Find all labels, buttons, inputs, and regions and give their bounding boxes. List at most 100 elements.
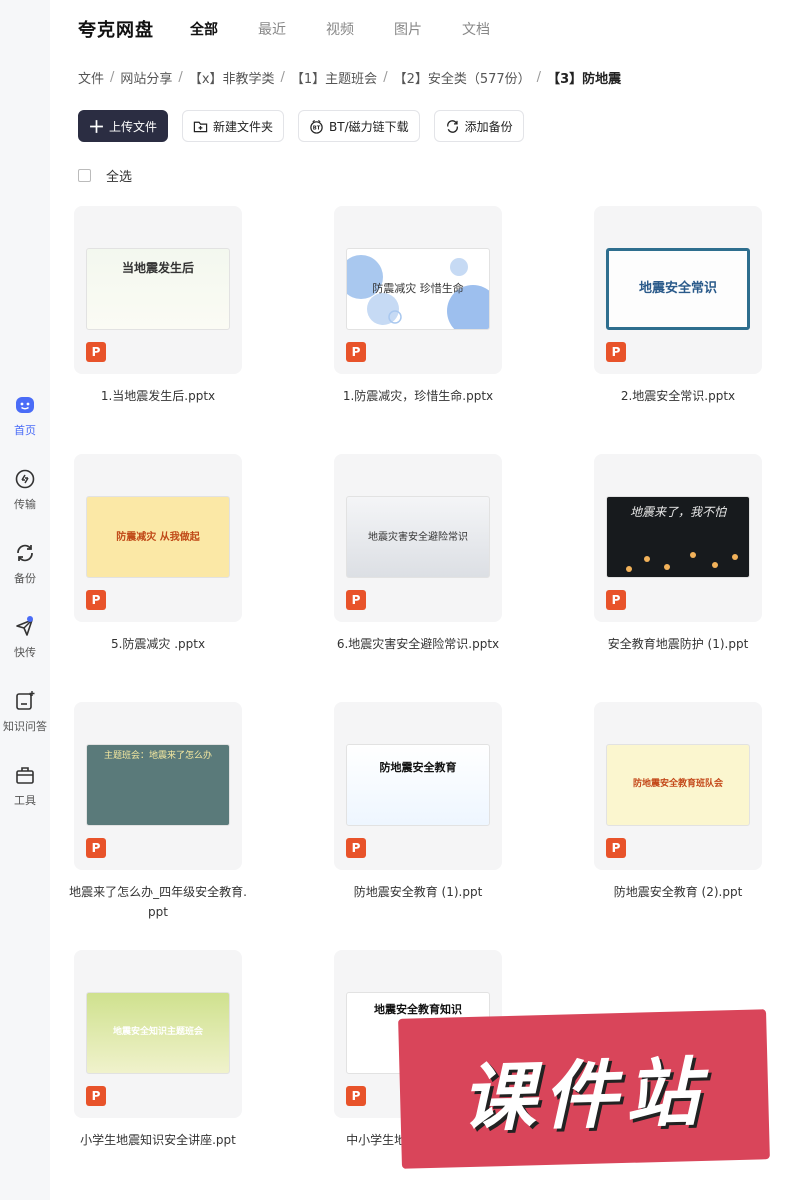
file-thumbnail: 防地震安全教育班队会: [606, 744, 750, 826]
upload-button-label: 上传文件: [109, 119, 158, 134]
toolbar: 上传文件 新建文件夹 BT BT/磁力链下载 添加备份: [78, 110, 524, 142]
breadcrumb-separator: /: [383, 70, 388, 85]
sidebar-item-label: 首页: [14, 424, 36, 437]
file-tile[interactable]: 地震安全知识主题班会 P: [74, 950, 242, 1118]
transfer-icon: [15, 469, 35, 489]
thumbnail-title: 地震安全教育知识: [374, 1003, 462, 1016]
upload-button[interactable]: 上传文件: [78, 110, 169, 142]
breadcrumb-item[interactable]: 【2】安全类（577份）: [394, 68, 531, 87]
file-card[interactable]: 地震安全常识 P 2.地震安全常识.pptx: [594, 206, 762, 406]
file-tile[interactable]: 当地震发生后 P: [74, 206, 242, 374]
thumbnail-title: 主题班会：地震来了怎么办: [103, 751, 212, 761]
file-name[interactable]: 小学生地震知识安全讲座.ppt: [68, 1130, 248, 1150]
ppt-file-icon: P: [346, 590, 366, 610]
file-card[interactable]: 防地震安全教育 P 防地震安全教育 (1).ppt: [334, 702, 502, 902]
tab-images[interactable]: 图片: [394, 19, 422, 39]
watermark-text: 课件站: [460, 1049, 709, 1142]
file-tile[interactable]: 防震减灾 珍惜生命 P: [334, 206, 502, 374]
sidebar-item-backup[interactable]: 备份: [0, 542, 50, 586]
add-backup-button[interactable]: 添加备份: [433, 110, 524, 142]
file-name[interactable]: 6.地震灾害安全避险常识.pptx: [328, 634, 508, 654]
breadcrumb-item[interactable]: 网站分享: [120, 68, 172, 87]
file-tile[interactable]: 地震来了，我不怕 P: [594, 454, 762, 622]
bt-download-button-label: BT/磁力链下载: [329, 119, 409, 134]
file-name[interactable]: 1.当地震发生后.pptx: [68, 386, 248, 406]
file-card[interactable]: 防地震安全教育班队会 P 防地震安全教育 (2).ppt: [594, 702, 762, 902]
breadcrumb-separator: /: [178, 70, 183, 85]
file-name[interactable]: 2.地震安全常识.pptx: [588, 386, 768, 406]
tab-all[interactable]: 全部: [190, 19, 218, 39]
breadcrumb-item[interactable]: 【1】主题班会: [291, 68, 377, 87]
thumbnail-title: 防地震安全教育班队会: [632, 779, 723, 789]
breadcrumb: 文件 / 网站分享 / 【x】非教学类 / 【1】主题班会 / 【2】安全类（577份）…: [78, 68, 621, 87]
breadcrumb-item[interactable]: 【x】非教学类: [189, 68, 275, 87]
breadcrumb-item[interactable]: 文件: [78, 68, 104, 87]
sidebar-item-quick-send[interactable]: 快传: [0, 616, 50, 660]
thumbnail-title: 防地震安全教育: [379, 761, 457, 774]
file-thumbnail: 防震减灾 珍惜生命: [346, 248, 490, 330]
thumbnail-title: 地震安全常识: [638, 280, 717, 296]
file-card[interactable]: 防震减灾 从我做起 P 5.防震减灾 .pptx: [74, 454, 242, 654]
file-card[interactable]: 地震灾害安全避险常识 P 6.地震灾害安全避险常识.pptx: [334, 454, 502, 654]
sidebar-item-label: 传输: [14, 498, 36, 511]
file-tile[interactable]: 防震减灾 从我做起 P: [74, 454, 242, 622]
ppt-file-icon: P: [86, 590, 106, 610]
file-thumbnail: 当地震发生后: [86, 248, 230, 330]
ppt-file-icon: P: [606, 590, 626, 610]
sidebar-item-label: 备份: [14, 572, 36, 585]
top-nav: 夸克网盘 全部 最近 视频 图片 文档: [78, 14, 530, 44]
file-card[interactable]: 当地震发生后 P 1.当地震发生后.pptx: [74, 206, 242, 406]
svg-text:BT: BT: [313, 125, 321, 131]
file-card[interactable]: 地震来了，我不怕 P 安全教育地震防护 (1).ppt: [594, 454, 762, 654]
sidebar-item-qa[interactable]: 知识问答: [0, 690, 50, 734]
file-card[interactable]: 防震减灾 珍惜生命 P 1.防震减灾，珍惜生命.pptx: [334, 206, 502, 406]
file-name[interactable]: 5.防震减灾 .pptx: [68, 634, 248, 654]
file-thumbnail: 主题班会：地震来了怎么办: [86, 744, 230, 826]
file-tile[interactable]: 主题班会：地震来了怎么办 P: [74, 702, 242, 870]
sidebar-item-label: 快传: [14, 646, 36, 659]
app-brand: 夸克网盘: [78, 20, 154, 41]
file-card[interactable]: 地震安全知识主题班会 P 小学生地震知识安全讲座.ppt: [74, 950, 242, 1150]
file-name[interactable]: 1.防震减灾，珍惜生命.pptx: [328, 386, 508, 406]
breadcrumb-separator: /: [536, 70, 542, 85]
bt-magnet-icon: BT: [310, 119, 323, 134]
file-thumbnail: 地震安全知识主题班会: [86, 992, 230, 1074]
sidebar-item-transfer[interactable]: 传输: [0, 468, 50, 512]
file-name[interactable]: 安全教育地震防护 (1).ppt: [588, 634, 768, 654]
ppt-file-icon: P: [346, 838, 366, 858]
plus-icon: [90, 119, 103, 133]
tab-recent[interactable]: 最近: [258, 19, 286, 39]
new-folder-button[interactable]: 新建文件夹: [182, 110, 285, 142]
file-thumbnail: 地震来了，我不怕: [606, 496, 750, 578]
file-name[interactable]: 地震来了怎么办_四年级安全教育.ppt: [68, 882, 248, 922]
file-thumbnail: 防地震安全教育: [346, 744, 490, 826]
file-thumbnail: 防震减灾 从我做起: [86, 496, 230, 578]
sidebar-item-label: 知识问答: [3, 720, 47, 733]
new-folder-button-label: 新建文件夹: [213, 119, 274, 134]
file-tile[interactable]: 地震安全常识 P: [594, 206, 762, 374]
select-all-checkbox[interactable]: [78, 169, 91, 182]
file-name[interactable]: 防地震安全教育 (2).ppt: [588, 882, 768, 902]
file-card[interactable]: 主题班会：地震来了怎么办 P 地震来了怎么办_四年级安全教育.ppt: [69, 702, 247, 922]
sidebar: 首页 传输 备份 快传 知识问答 工具: [0, 0, 50, 1200]
sidebar-item-tools[interactable]: 工具: [0, 764, 50, 808]
home-face-icon: [16, 397, 34, 413]
backup-sync-icon: [17, 544, 33, 562]
sidebar-item-label: 工具: [14, 794, 36, 807]
thumbnail-title: 地震灾害安全避险常识: [368, 531, 468, 543]
breadcrumb-separator: /: [280, 70, 285, 85]
select-all[interactable]: 全选: [78, 166, 132, 185]
tab-video[interactable]: 视频: [326, 19, 354, 39]
tab-documents[interactable]: 文档: [462, 19, 490, 39]
ppt-file-icon: P: [86, 342, 106, 362]
sidebar-item-home[interactable]: 首页: [0, 394, 50, 438]
file-tile[interactable]: 防地震安全教育 P: [334, 702, 502, 870]
file-tile[interactable]: 防地震安全教育班队会 P: [594, 702, 762, 870]
file-name[interactable]: 防地震安全教育 (1).ppt: [328, 882, 508, 902]
file-tile[interactable]: 地震灾害安全避险常识 P: [334, 454, 502, 622]
bt-download-button[interactable]: BT BT/磁力链下载: [298, 110, 420, 142]
select-all-label: 全选: [106, 170, 133, 185]
thumbnail-title: 防震减灾 珍惜生命: [372, 281, 464, 295]
ppt-file-icon: P: [86, 838, 106, 858]
ppt-file-icon: P: [346, 1086, 366, 1106]
